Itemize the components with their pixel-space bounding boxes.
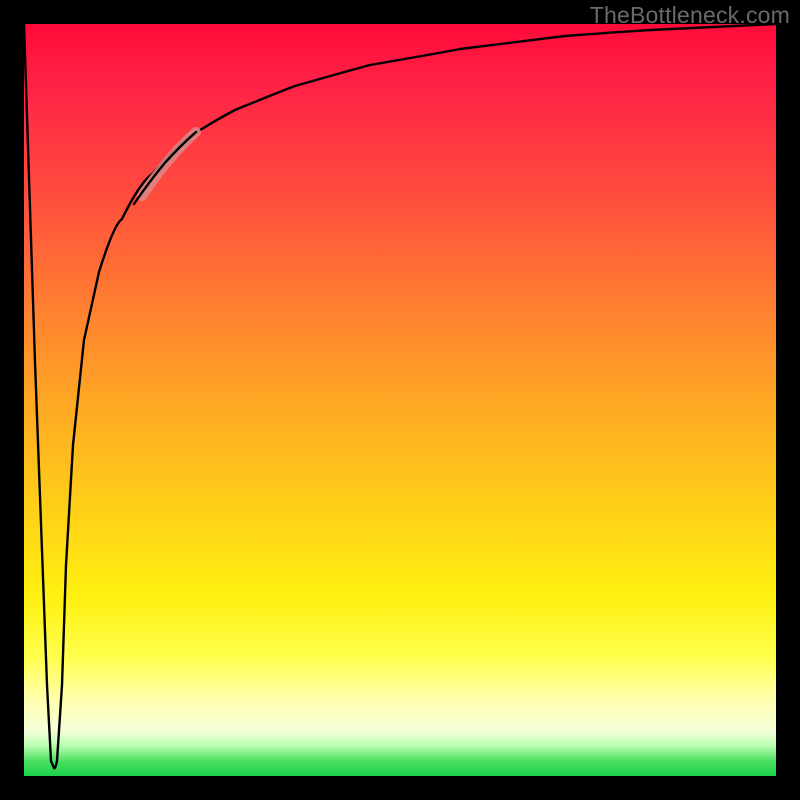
curve-highlight (142, 132, 196, 196)
watermark-text: TheBottleneck.com (590, 2, 790, 29)
curve-layer (24, 24, 776, 776)
plot-area (24, 24, 776, 776)
bottleneck-curve (24, 24, 776, 768)
chart-stage: TheBottleneck.com (0, 0, 800, 800)
